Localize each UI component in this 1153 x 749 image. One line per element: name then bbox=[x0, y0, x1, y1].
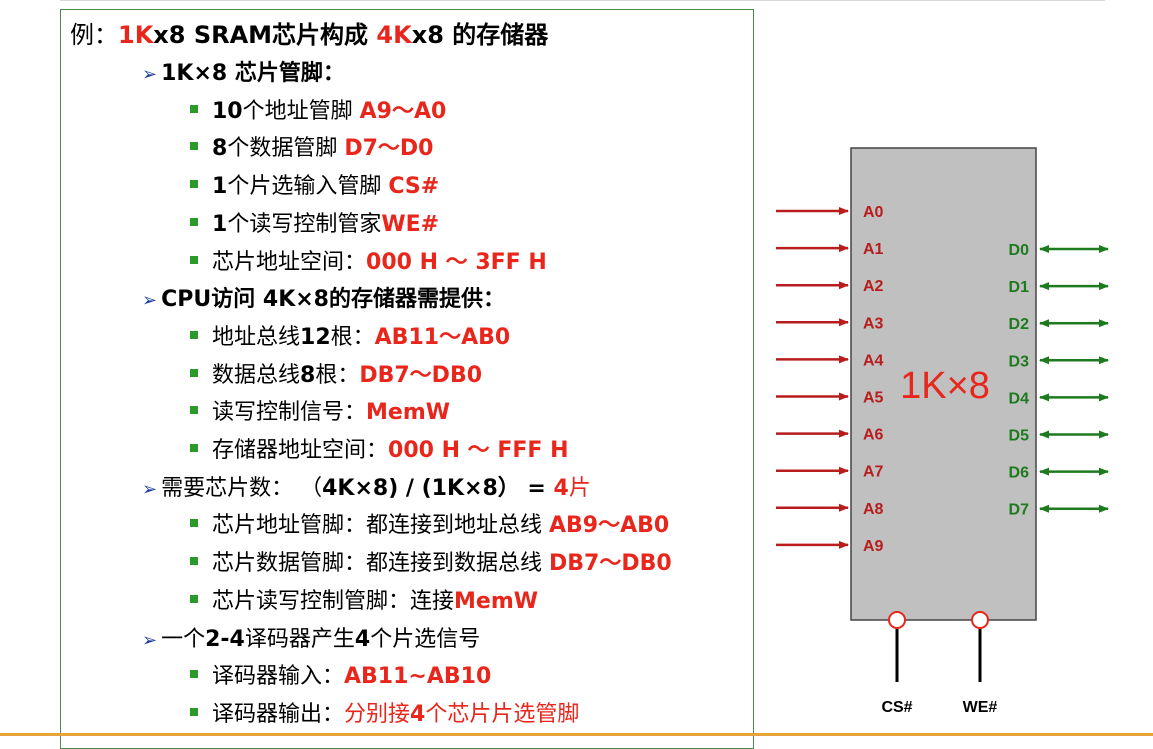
address-pin-label: A0 bbox=[863, 204, 884, 221]
data-pin-label: D1 bbox=[1009, 279, 1030, 296]
active-low-bubble-icon bbox=[971, 611, 989, 629]
address-pin-label: A7 bbox=[863, 464, 884, 481]
data-pin-label: D7 bbox=[1009, 502, 1030, 519]
address-pin-label: A8 bbox=[863, 501, 884, 518]
chip-label: 1K×8 bbox=[900, 365, 990, 407]
chip-diagram: A0 A1 A2 A3 A4 A5 A6 A7 A8 A9 D0 D1 D2 D3 D4 D5 D6 D7 1K×8… bbox=[776, 147, 1109, 716]
control-pin-label: CS# bbox=[881, 699, 912, 716]
address-pin-label: A3 bbox=[863, 315, 884, 332]
address-pin-label: A2 bbox=[863, 278, 884, 295]
active-low-bubble-icon bbox=[888, 611, 906, 629]
data-pin-label: D2 bbox=[1009, 316, 1030, 333]
control-pin-label: WE# bbox=[963, 699, 998, 716]
data-pin-label: D4 bbox=[1009, 390, 1030, 407]
data-pin-label: D0 bbox=[1009, 242, 1030, 259]
data-pin-label: D5 bbox=[1009, 428, 1030, 445]
address-pin-label: A4 bbox=[863, 352, 884, 369]
address-pin-label: A9 bbox=[863, 538, 884, 555]
data-pin-label: D6 bbox=[1009, 465, 1030, 482]
address-pin-label: A6 bbox=[863, 427, 884, 444]
address-pin-label: A5 bbox=[863, 390, 884, 407]
address-pin-label: A1 bbox=[863, 241, 884, 258]
data-pin-label: D3 bbox=[1009, 353, 1030, 370]
footer-bar bbox=[0, 733, 1153, 736]
